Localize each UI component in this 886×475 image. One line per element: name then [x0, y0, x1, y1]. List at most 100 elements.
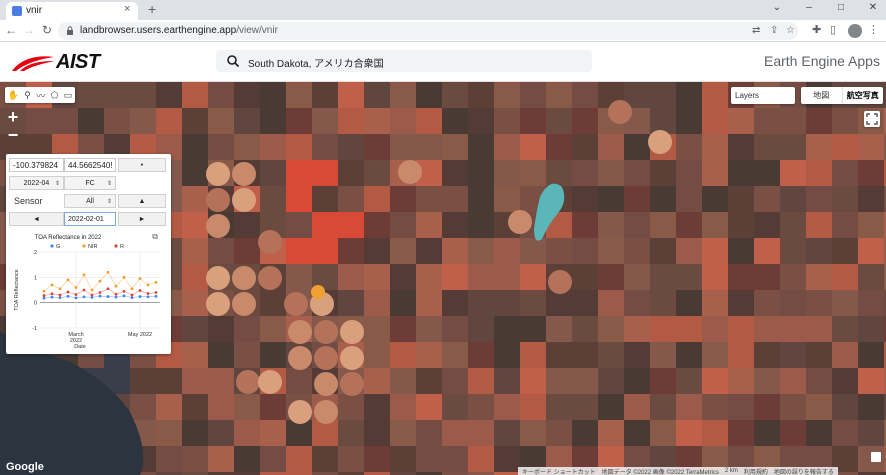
logo-text: AIST [56, 51, 100, 73]
report-error-link[interactable]: 地図の誤りを報告する [774, 467, 834, 475]
close-window-icon[interactable]: ✕ [866, 2, 880, 13]
data-point-g [50, 295, 54, 299]
latitude-field[interactable]: 44.5662540! [64, 158, 116, 172]
field-parcel [364, 420, 390, 446]
field-parcel [364, 394, 390, 420]
side-panel-icon[interactable]: ▯ [830, 23, 836, 36]
field-parcel [702, 264, 728, 290]
data-point-nir [42, 289, 46, 293]
data-point-g [58, 296, 62, 299]
new-tab-button[interactable]: + [148, 1, 156, 17]
data-point-g [154, 294, 158, 298]
field-parcel [260, 290, 286, 316]
field-parcel [520, 394, 546, 420]
field-parcel [546, 342, 572, 368]
sensor-select-chevron-icon: ⇕ [106, 198, 112, 205]
forward-arrow-icon[interactable]: → [22, 23, 36, 37]
scale-label[interactable]: 2 km [725, 468, 738, 474]
zoom-in-button[interactable]: + [5, 108, 21, 126]
search-input[interactable]: South Dakota, アメリカ合衆国 [248, 55, 384, 70]
data-point-r [130, 293, 134, 297]
field-parcel [832, 316, 858, 342]
longitude-field[interactable]: -100.379824 [9, 158, 64, 172]
field-parcel [832, 186, 858, 212]
maximize-icon[interactable]: □ [834, 2, 848, 13]
pan-hand-icon[interactable]: ✋ [8, 90, 19, 101]
field-parcel [182, 264, 208, 290]
field-parcel [442, 290, 468, 316]
center-pivot-field [232, 292, 256, 316]
place-search-box[interactable]: South Dakota, アメリカ合衆国 [216, 50, 592, 72]
field-parcel [182, 160, 208, 186]
data-point-r [74, 293, 78, 296]
locate-point-button[interactable]: • [118, 158, 166, 172]
date-field[interactable]: 2022-02-01 [64, 212, 116, 226]
reload-icon[interactable]: ↻ [40, 23, 54, 37]
layers-dropdown[interactable]: Layers [731, 87, 795, 104]
terms-link[interactable]: 利用規約 [744, 467, 768, 475]
field-parcel [702, 108, 728, 134]
fullscreen-button[interactable] [864, 111, 880, 127]
browser-menu-icon[interactable]: ⋮ [868, 23, 879, 36]
polyline-icon[interactable]: 〰 [36, 89, 45, 102]
previous-date-button[interactable]: ◄ [9, 212, 64, 226]
rectangle-icon[interactable]: ▭ [64, 90, 73, 101]
field-parcel [182, 316, 208, 342]
field-parcel [728, 108, 754, 134]
browser-tab[interactable]: vnir × [6, 2, 138, 20]
sensor-select[interactable]: All ⇕ [64, 194, 116, 208]
field-parcel [286, 186, 312, 212]
minimize-icon[interactable]: – [802, 2, 816, 13]
zoom-out-button[interactable]: − [5, 126, 21, 144]
field-parcel [390, 420, 416, 446]
data-point-g [74, 296, 78, 300]
extensions-icon[interactable]: ✚ [812, 23, 821, 36]
field-parcel [832, 394, 858, 420]
next-date-button[interactable]: ► [118, 212, 166, 226]
address-bar[interactable]: landbrowser.users.earthengine.app/view/v… [58, 22, 798, 40]
field-parcel [182, 420, 208, 446]
bookmark-star-icon[interactable]: ☆ [786, 25, 795, 36]
keyboard-shortcuts-link[interactable]: キーボード ショートカット [522, 467, 596, 475]
field-parcel [494, 316, 520, 342]
field-parcel [182, 238, 208, 264]
field-parcel [468, 446, 494, 472]
field-parcel [182, 394, 208, 420]
street-view-pegman-icon[interactable] [871, 452, 881, 462]
data-point-nir [106, 270, 110, 274]
share-icon[interactable]: ⇪ [770, 25, 778, 36]
center-pivot-field [508, 210, 532, 234]
map-type-satellite-button[interactable]: 航空写真 [841, 87, 884, 104]
field-parcel [832, 238, 858, 264]
map-type-map-button[interactable]: 地図 [801, 87, 842, 104]
field-parcel [832, 160, 858, 186]
field-parcel [260, 420, 286, 446]
back-arrow-icon[interactable]: ← [4, 23, 18, 37]
field-parcel [182, 186, 208, 212]
field-parcel [546, 394, 572, 420]
field-parcel [208, 342, 234, 368]
data-point-nir [50, 283, 54, 287]
data-point-g [82, 295, 86, 299]
field-parcel [286, 134, 312, 160]
selected-point-marker[interactable] [311, 285, 325, 299]
field-parcel [650, 160, 676, 186]
fullscreen-icon [866, 113, 878, 125]
field-parcel [416, 134, 442, 160]
translate-icon[interactable]: ⇄ [752, 25, 760, 36]
tab-close-icon[interactable]: × [124, 3, 130, 15]
tab-search-icon[interactable]: ⌄ [770, 2, 784, 13]
profile-avatar[interactable] [848, 24, 862, 38]
month-select[interactable]: 2022-04 ⇕ [9, 176, 64, 190]
field-parcel [494, 290, 520, 316]
marker-icon[interactable]: ⚲ [24, 90, 31, 101]
field-parcel [312, 82, 338, 108]
field-parcel [364, 238, 390, 264]
composite-select[interactable]: FC ⇕ [64, 176, 116, 190]
collapse-button[interactable]: ▲ [118, 194, 166, 208]
field-parcel [442, 82, 468, 108]
field-parcel [468, 342, 494, 368]
satellite-map[interactable]: ✋ ⚲ 〰 ⬠ ▭ + − Layers 地図 航空写真 -100.379824… [0, 82, 886, 475]
polygon-icon[interactable]: ⬠ [51, 90, 59, 101]
data-point-nir [146, 283, 150, 287]
